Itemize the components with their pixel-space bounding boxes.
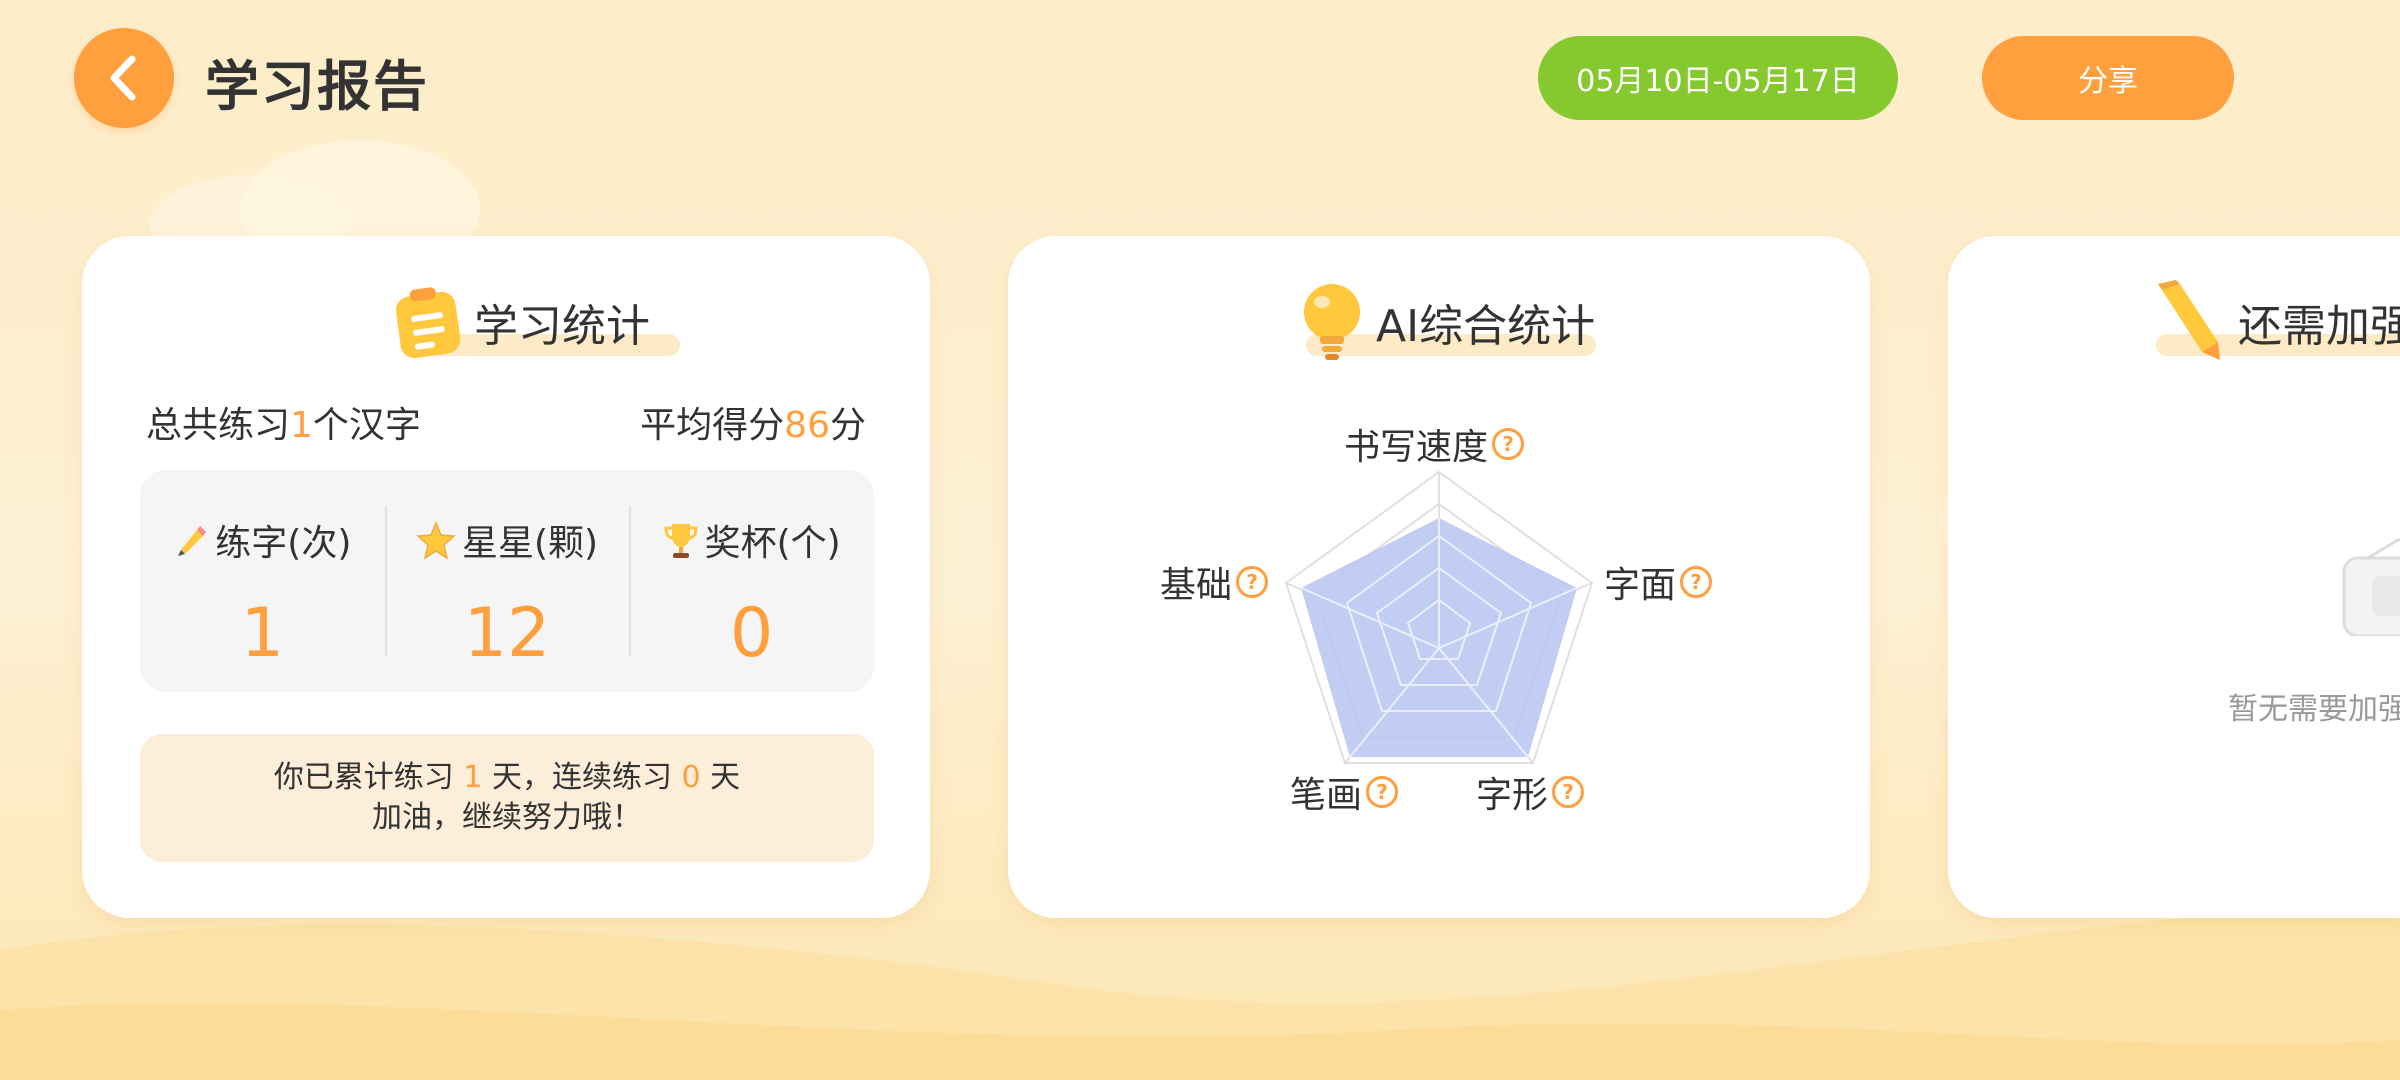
help-icon[interactable]: ? [1366, 776, 1399, 808]
help-icon[interactable]: ? [1236, 566, 1269, 598]
trophy-icon [664, 524, 698, 558]
axis-label-shape: 字形? [1476, 766, 1585, 818]
axis-label-basics: 基础? [1160, 556, 1269, 608]
notepad-icon [395, 287, 461, 359]
empty-box-icon [2342, 538, 2400, 636]
date-range-button[interactable]: 05月10日-05月17日 [1538, 36, 1898, 120]
stats-box: 练字(次) 1 星星(颗) 12 奖杯(个) 0 [140, 470, 874, 692]
stat-trophies: 奖杯(个) 0 [629, 470, 874, 692]
axis-label-writing-speed: 书写速度? [1344, 418, 1525, 470]
average-score-summary: 平均得分86分 [640, 405, 866, 446]
empty-state-text: 暂无需要加强 [2228, 692, 2400, 727]
pencil-icon [2158, 280, 2220, 360]
share-button[interactable]: 分享 [1982, 36, 2234, 120]
axis-label-stroke: 笔画? [1290, 766, 1399, 818]
chevron-left-icon [110, 55, 136, 101]
stat-stars: 星星(颗) 12 [384, 470, 630, 692]
stat-practice-value: 1 [240, 594, 284, 673]
weak-chars-header: 还需加强 [2148, 280, 2400, 362]
back-button[interactable] [74, 28, 174, 128]
radar-chart [1284, 470, 1594, 764]
ai-stats-card: AI综合统计 书写速度? 字面? 字形 ? 笔画 ? 基础 ? [1008, 236, 1870, 918]
weak-chars-title: 还需加强 [2238, 301, 2400, 352]
message-line-1: 你已累计练习 1 天，连续练习 0 天 [273, 760, 741, 795]
study-stats-header: 学习统计 [392, 282, 680, 362]
study-stats-card: 学习统计 总共练习1个汉字 平均得分86分 练字(次) 1 星星(颗) 12 奖… [82, 236, 930, 918]
help-icon[interactable]: ? [1492, 428, 1525, 460]
help-icon[interactable]: ? [1552, 776, 1585, 808]
encouragement-message: 你已累计练习 1 天，连续练习 0 天 加油，继续努力哦！ [140, 734, 874, 862]
total-practice-summary: 总共练习1个汉字 [146, 405, 421, 446]
help-icon[interactable]: ? [1680, 566, 1713, 598]
star-icon [416, 521, 456, 560]
axis-label-surface: 字面? [1604, 556, 1713, 608]
study-stats-title: 学习统计 [474, 301, 650, 352]
stat-trophies-value: 0 [730, 594, 774, 673]
page-title: 学习报告 [205, 55, 429, 118]
weak-chars-card: 还需加强 暂无需要加强 [1948, 236, 2400, 918]
stat-stars-value: 12 [463, 594, 551, 673]
stat-practice: 练字(次) 1 [140, 470, 385, 692]
pencil-icon [178, 526, 207, 556]
message-line-2: 加油，继续努力哦！ [372, 800, 642, 835]
